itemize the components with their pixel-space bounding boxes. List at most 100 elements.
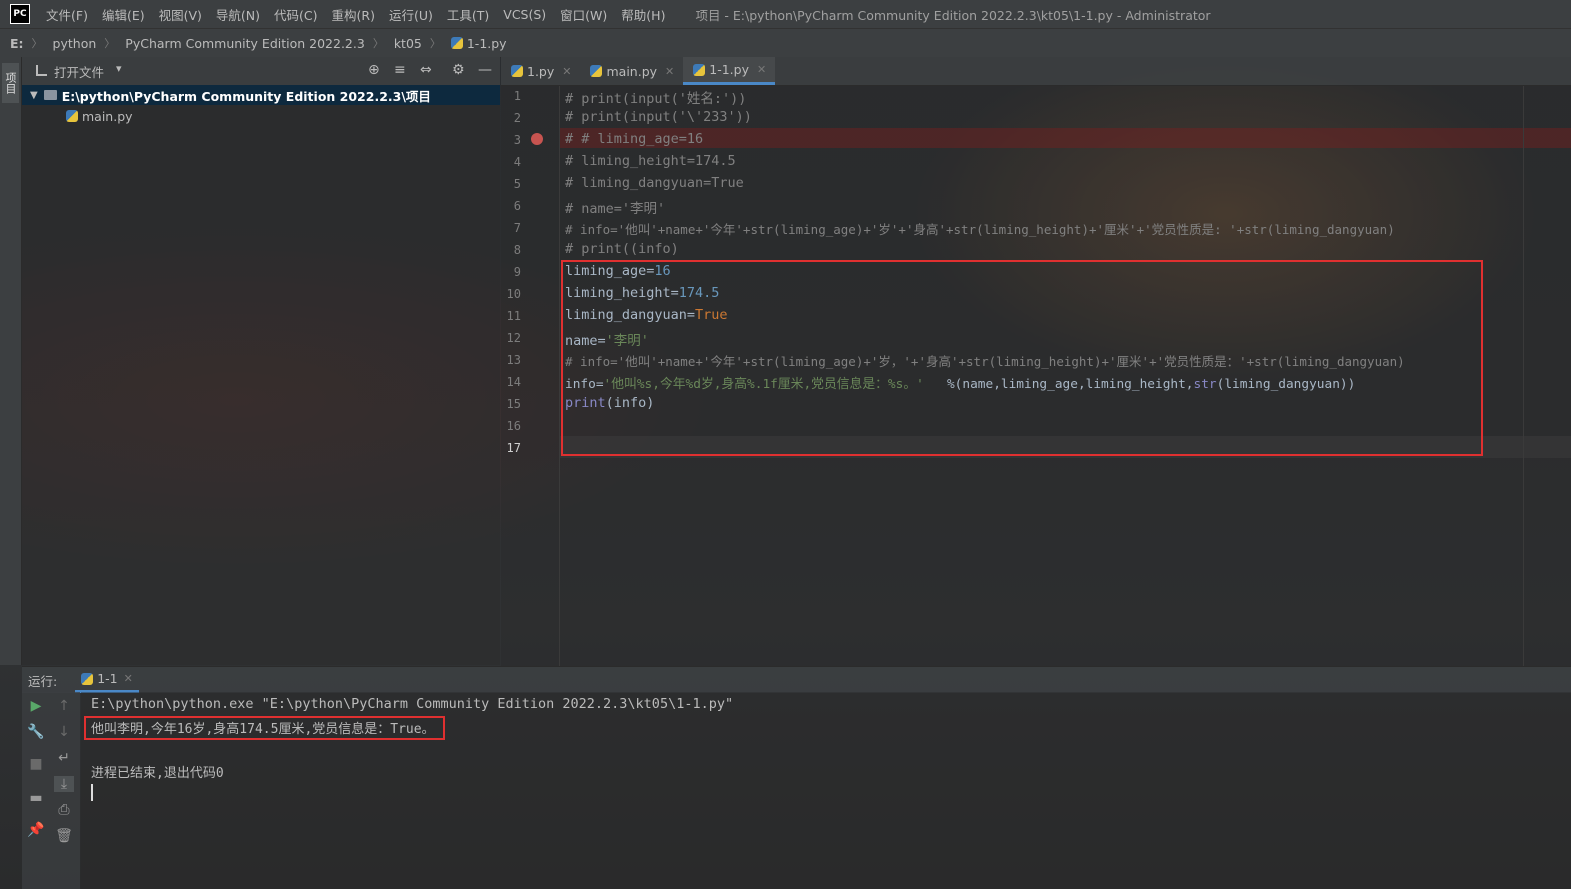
chevron-right-icon: 〉 [372,37,384,50]
tab-label: 1-1.py [709,62,749,77]
menu-code[interactable]: 代码(C) [274,5,317,24]
line-number: 12 [506,331,521,345]
menu-bar: PC 文件(F) 编辑(E) 视图(V) 导航(N) 代码(C) 重构(R) 运… [0,0,1571,28]
menu-window[interactable]: 窗口(W) [560,5,607,24]
breakpoint-icon[interactable] [531,133,543,145]
tree-item-main-py[interactable]: main.py [66,107,133,125]
python-file-icon [450,37,463,49]
right-margin-guide [1523,86,1524,666]
chevron-right-icon: 〉 [429,37,441,50]
python-file-icon [590,65,603,77]
line-number: 11 [506,309,521,323]
code-line: # liming_height=174.5 [565,153,736,169]
tree-root-folder[interactable]: ▼ E:\python\PyCharm Community Edition 20… [22,85,500,105]
line-number: 15 [506,397,521,411]
line-number: 10 [506,287,521,301]
console-line: 进程已结束,退出代码0 [91,766,224,781]
line-number: 7 [513,221,521,235]
scroll-to-end-icon[interactable]: ⤓ [54,776,74,792]
pin-icon[interactable]: 📌 [26,822,46,838]
locate-file-icon[interactable]: ⊕ [368,62,380,78]
menu-refactor[interactable]: 重构(R) [332,5,375,24]
menu-view[interactable]: 视图(V) [159,5,202,24]
breadcrumb-drive[interactable]: E: [10,36,24,51]
close-icon[interactable]: ✕ [665,65,674,78]
run-tab-1-1[interactable]: 1-1 ✕ [75,667,139,693]
code-line: # print(input('姓名:')) [565,91,747,107]
arrow-up-icon[interactable]: ↑ [54,698,74,714]
close-icon[interactable]: ✕ [124,672,133,685]
menu-tools[interactable]: 工具(T) [447,5,489,24]
line-number: 13 [506,353,521,367]
chevron-down-icon[interactable]: ▼ [30,90,38,101]
collapse-all-icon[interactable]: ⇔ [420,62,432,78]
tab-1-py[interactable]: 1.py ✕ [501,57,580,85]
tree-root-label: E:\python\PyCharm Community Edition 2022… [61,88,431,104]
run-tab-label: 1-1 [97,671,118,686]
tab-1-1-py[interactable]: 1-1.py ✕ [683,57,776,85]
window-title: 项目 - E:\python\PyCharm Community Edition… [695,7,1211,23]
print-icon[interactable]: ⎙ [54,802,74,818]
pycharm-logo-icon: PC [10,4,30,24]
project-panel-header: 打开文件 ▾ ⊕ ≡ ⇔ ⚙ — [22,57,500,85]
chevron-right-icon: 〉 [31,37,43,50]
stop-icon[interactable]: ■ [26,756,46,772]
line-number: 3 [513,133,521,147]
line-number: 14 [506,375,521,389]
output-highlight-annotation [84,716,445,740]
breadcrumb-kt05[interactable]: kt05 [394,36,422,51]
line-number: 4 [513,155,521,169]
tab-main-py[interactable]: main.py ✕ [580,57,683,85]
menu-file[interactable]: 文件(F) [46,5,88,24]
code-line: # liming_dangyuan=True [565,175,744,191]
trash-icon[interactable]: 🗑 [54,828,74,844]
menu-vcs[interactable]: VCS(S) [503,7,546,22]
code-highlight-annotation [561,260,1483,456]
tab-label: main.py [606,63,658,79]
code-line: # print((info) [565,241,679,257]
project-tool-tab[interactable]: 项目 [2,63,19,103]
tree-item-label: main.py [82,108,133,124]
run-label: 运行: [28,673,58,689]
python-file-icon [81,672,94,685]
breadcrumb-pycharm[interactable]: PyCharm Community Edition 2022.2.3 [125,36,365,51]
wrench-icon[interactable]: 🔧 [26,724,46,740]
rerun-icon[interactable]: ▶ [26,698,46,714]
editor-gutter[interactable]: 1 2 3 4 5 6 7 8 9 10 11 12 13 14 15 16 1… [501,86,560,666]
tab-label: 1.py [527,63,555,79]
code-editor[interactable]: 1 2 3 4 5 6 7 8 9 10 11 12 13 14 15 16 1… [501,86,1571,666]
hide-panel-icon[interactable]: — [478,62,492,78]
breadcrumb: E: 〉 python 〉 PyCharm Community Edition … [0,28,1571,58]
menu-navigate[interactable]: 导航(N) [216,5,260,24]
python-file-icon [693,63,706,76]
expand-all-icon[interactable]: ≡ [394,62,406,78]
python-file-icon [511,65,523,77]
dropdown-arrow-icon[interactable]: ▾ [116,62,122,75]
line-number: 17 [506,441,521,455]
breadcrumb-file[interactable]: 1-1.py [450,35,507,51]
breadcrumb-file-label: 1-1.py [466,35,507,51]
line-number: 8 [513,243,521,257]
code-line: # name='李明' [565,201,666,217]
menu-help[interactable]: 帮助(H) [621,5,665,24]
arrow-down-icon[interactable]: ↓ [54,724,74,740]
menu-edit[interactable]: 编辑(E) [102,5,145,24]
line-number: 16 [506,419,521,433]
run-console[interactable]: E:\python\python.exe "E:\python\PyCharm … [81,692,1571,889]
code-line: # # liming_age=16 [565,131,704,147]
layout-icon[interactable]: ▬ [26,790,46,806]
close-icon[interactable]: ✕ [757,63,766,76]
run-panel-header: 运行: 1-1 ✕ [22,666,1571,693]
left-tool-strip: 项目 [0,57,22,665]
close-icon[interactable]: ✕ [562,65,571,78]
python-file-icon [66,110,78,122]
soft-wrap-icon[interactable]: ↵ [54,750,74,766]
breadcrumb-python[interactable]: python [53,36,97,51]
project-view-selector[interactable]: 打开文件 [54,62,104,81]
view-mode-icon[interactable] [36,65,47,76]
gear-icon[interactable]: ⚙ [452,62,465,78]
line-number: 2 [513,111,521,125]
text-caret [91,784,93,801]
menu-run[interactable]: 运行(U) [389,5,433,24]
line-number: 6 [513,199,521,213]
